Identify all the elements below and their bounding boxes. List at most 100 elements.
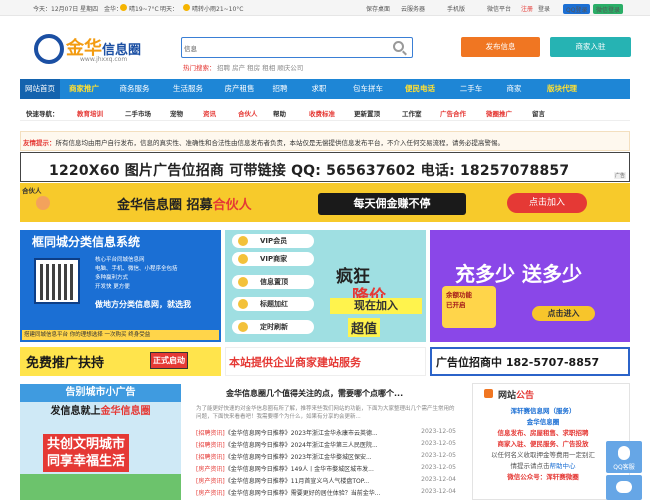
notice-line[interactable]: 金华信息圈 <box>478 417 608 428</box>
news-row[interactable]: [招聘资讯]《金华信息网今日推荐》2023年浙江金华婺城区保安... 2023-1… <box>196 452 456 463</box>
news-row[interactable]: [房产资讯]《金华信息网今日推荐》11月首宣义乌人气楼盘TOP... 2023-1… <box>196 476 456 487</box>
nav-item[interactable]: 招聘 <box>264 79 296 99</box>
wechat-service-button[interactable] <box>606 475 642 500</box>
quick-nav-item[interactable]: 微圈推广 <box>486 108 512 118</box>
mobile-link[interactable]: 手机版 <box>447 4 465 13</box>
quick-nav-item[interactable]: 广告合作 <box>440 108 466 118</box>
news-title[interactable]: 《金华信息网今日推荐》2023年浙江金华永康市云英德... <box>225 430 378 437</box>
merchant-join-button[interactable]: 商家入驻 <box>550 37 631 57</box>
main-nav: 网站首页 商家推广 商务服务 生活服务 房产租售 招聘 求职 包车拼车 便民电话 二手车 商家 版块代… <box>20 79 630 99</box>
quick-nav-item[interactable]: 资讯 <box>203 108 216 118</box>
news-category[interactable]: [房产资讯] <box>196 490 225 497</box>
nav-item[interactable]: 生活服务 <box>161 79 215 99</box>
nav-item[interactable]: 求职 <box>296 79 342 99</box>
news-category[interactable]: [房产资讯] <box>196 478 225 485</box>
logo-icon[interactable] <box>34 34 64 64</box>
news-row[interactable]: [招聘资讯]《金华信息网今日推荐》2023年浙江金华永康市云英德... 2023-… <box>196 428 456 439</box>
nav-item[interactable]: 商务服务 <box>108 79 161 99</box>
hot-search-label: 热门搜索： <box>183 64 216 72</box>
civic-ad-sub: 发信息就上金华信息圈 <box>50 406 151 417</box>
vip-pill: 信息置顶 <box>232 275 314 289</box>
notice-line: 微信公众号：浑轩赛微圈 <box>507 473 579 481</box>
qq-login-button[interactable]: QQ登录 <box>563 4 591 14</box>
civic-ad-top: 告别城市小广告 <box>65 387 136 398</box>
quick-nav-item[interactable]: 收费标准 <box>309 108 335 118</box>
vip-pill: 定时刷新 <box>232 320 314 334</box>
vip-pill: VIP商家 <box>232 252 314 266</box>
news-title[interactable]: 《金华信息网今日推荐》2023年浙江金华婺城区保安... <box>225 454 372 461</box>
qq-service-button[interactable]: QQ客服 <box>606 441 642 473</box>
news-category[interactable]: [招聘资讯] <box>196 454 225 461</box>
quick-nav-item[interactable]: 帮助 <box>273 108 286 118</box>
register-link[interactable]: 注册 <box>521 4 533 13</box>
recharge-enter-button[interactable]: 点击进入 <box>532 306 595 321</box>
search-category-select[interactable]: 信息 <box>184 43 197 53</box>
news-title[interactable]: 《金华信息网今日推荐》需要更好的居住体验？当前金华... <box>225 490 381 497</box>
nav-item[interactable]: 包车拼车 <box>342 79 394 99</box>
quick-nav-item[interactable]: 宠物 <box>170 108 183 118</box>
notice-line[interactable]: 浑轩赛信息网（服务） <box>478 406 608 417</box>
quick-nav-item[interactable]: 更新置顶 <box>354 108 380 118</box>
partner-banner-slogan: 每天佣金赚不停 <box>318 193 466 215</box>
system-ad-slogan: 做地方分类信息网，就选我 <box>95 300 191 309</box>
wechat-login-button[interactable]: 微信登录 <box>593 4 624 14</box>
save-desktop-link[interactable]: 保存桌面 <box>366 4 390 13</box>
notice-line: 商家入驻、便民服务、广告投放 <box>497 440 589 448</box>
news-title[interactable]: 《金华信息网今日推荐》149人丨金华市婺城区城市发... <box>225 466 374 473</box>
weather-tomorrow: 晴转小雨21~10°C <box>192 6 244 13</box>
quick-nav: 快速导航： 教育培训 二手市场 宠物 资讯 合伙人 帮助 收费标准 更新置顶 工作室 广告合作 微圈… <box>20 102 630 121</box>
sun-icon <box>120 4 127 11</box>
quick-nav-item[interactable]: 教育培训 <box>77 108 103 118</box>
help-center-link[interactable]: 帮助中心 <box>550 462 576 470</box>
cloud-server-link[interactable]: 云服务器 <box>401 4 425 13</box>
publish-info-button[interactable]: 发布信息 <box>461 37 540 57</box>
civic-ad-slogan: 共创文明城市 同享幸福生活 <box>43 434 130 472</box>
free-promo-tag: 正式启动 <box>150 352 188 369</box>
search-input[interactable] <box>181 37 413 58</box>
quick-nav-item[interactable]: 二手市场 <box>125 108 151 118</box>
news-headline[interactable]: 金华信息圈几个值得关注的点，需要哪个点哪个... <box>226 388 403 399</box>
nav-item[interactable]: 网站首页 <box>20 79 60 99</box>
qr-code-icon <box>34 258 80 304</box>
quick-nav-item[interactable]: 工作室 <box>402 108 422 118</box>
news-date: 2023-12-05 <box>421 464 456 471</box>
news-date: 2023-12-04 <box>421 476 456 483</box>
nav-item[interactable]: 商家 <box>496 79 532 99</box>
partner-mascot: 合伙人 <box>22 185 54 211</box>
login-link[interactable]: 登录 <box>538 4 550 13</box>
news-category[interactable]: [招聘资讯] <box>196 442 225 449</box>
notice-bar: 友情提示：所有信息均由用户自行发布，信息的真实性、准确性和合法性由信息发布者负责… <box>20 131 630 151</box>
top-bar: 今天：12月07日 星期四 金华： 晴19~7°C 明天： 晴转小雨21~10°… <box>0 0 650 16</box>
site-notice-content: 浑轩赛信息网（服务） 金华信息圈 信息发布、房屋租售、求职招聘 商家入驻、便民服… <box>478 406 608 483</box>
news-summary: 为了能更好快速的对金华信息圈有所了解，推荐来些我们网站的功能，下面为大家整理出几… <box>196 406 455 420</box>
hot-search-words[interactable]: 招聘 房产 租房 租相 顺庆公司 <box>217 62 303 72</box>
system-ad-features: 核心平台同城信息网 电脑、手机、微信、小程序全包括 多种赢利方式 开发快 更方便 <box>95 257 178 290</box>
join-now-button[interactable]: 点击加入 <box>507 193 587 213</box>
nav-item[interactable]: 便民电话 <box>394 79 446 99</box>
weather-tomorrow-label: 明天： <box>160 6 179 13</box>
news-category[interactable]: [房产资讯] <box>196 466 225 473</box>
news-title[interactable]: 《金华信息网今日推荐》11月首宣义乌人气楼盘TOP... <box>225 478 369 485</box>
ad-banner-text-label: 1220X60 图片广告位招商 可带链接 QQ: 565637602 电话: 1… <box>49 163 570 179</box>
vip-ad-value: 超值 <box>348 318 381 337</box>
nav-item[interactable]: 版块代理 <box>532 79 592 99</box>
nav-item[interactable]: 商家推广 <box>60 79 108 99</box>
search-icon[interactable] <box>393 41 404 52</box>
nav-item[interactable]: 二手车 <box>446 79 496 99</box>
news-date: 2023-12-04 <box>421 488 456 495</box>
news-row[interactable]: [招聘资讯]《金华信息网今日推荐》2024年浙江金华第三人民医院... 2023-… <box>196 440 456 451</box>
date-text: 今天：12月07日 星期四 <box>33 6 99 13</box>
ad-banner-text[interactable]: 1220X60 图片广告位招商 可带链接 QQ: 565637602 电话: 1… <box>20 152 630 182</box>
sun-icon <box>183 4 190 11</box>
qq-icon <box>618 446 630 460</box>
weather-today: 晴19~7°C <box>129 6 159 13</box>
wechat-platform-link[interactable]: 微信平台 <box>487 4 511 13</box>
news-row[interactable]: [房产资讯]《金华信息网今日推荐》需要更好的居住体验？当前金华... 2023-1… <box>196 488 456 499</box>
quick-nav-item[interactable]: 合伙人 <box>238 108 258 118</box>
system-ad-footer: 搭建同城信息平台 你的理想选择 一次购买 终身受益 <box>22 330 219 340</box>
quick-nav-item[interactable]: 留言 <box>532 108 545 118</box>
news-title[interactable]: 《金华信息网今日推荐》2024年浙江金华第三人民医院... <box>225 442 378 449</box>
nav-item[interactable]: 房产租售 <box>215 79 264 99</box>
news-category[interactable]: [招聘资讯] <box>196 430 225 437</box>
news-row[interactable]: [房产资讯]《金华信息网今日推荐》149人丨金华市婺城区城市发... 2023-1… <box>196 464 456 475</box>
